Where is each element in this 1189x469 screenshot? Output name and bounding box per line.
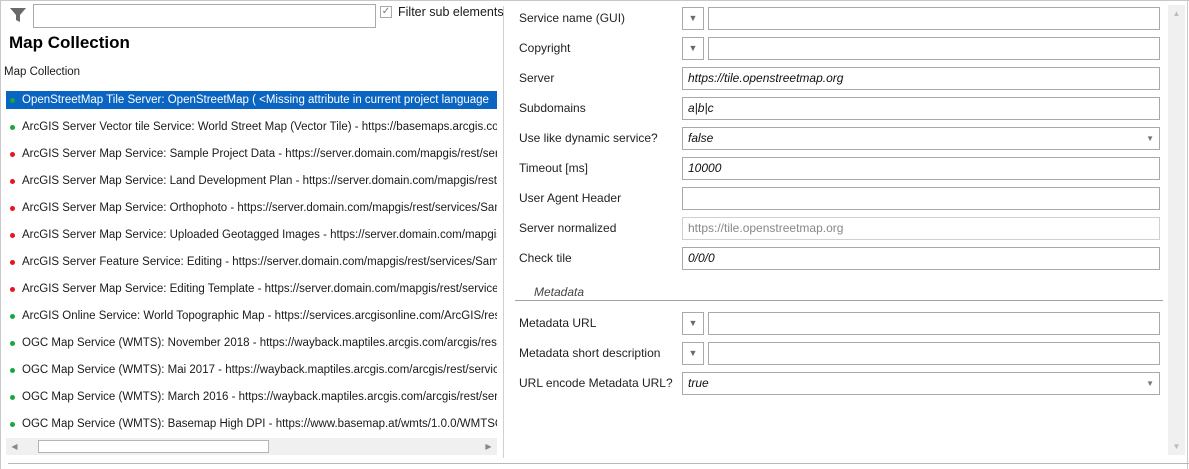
filter-icon[interactable]	[9, 6, 27, 24]
service-name-gui-input[interactable]	[708, 7, 1160, 30]
server-normalized-input: https://tile.openstreetmap.org	[682, 217, 1160, 240]
status-dot-icon	[10, 368, 15, 373]
subdomains-label: Subdomains	[519, 101, 586, 115]
vertical-scrollbar[interactable]: ▲ ▼	[1168, 5, 1185, 455]
copyright-dropdown-button[interactable]: ▼	[682, 37, 704, 60]
url-encode-metadata-url-label: URL encode Metadata URL?	[519, 376, 673, 390]
metadata-url-input[interactable]	[708, 312, 1160, 335]
list-item[interactable]: ArcGIS Server Vector tile Service: World…	[6, 118, 497, 136]
metadata-url-label: Metadata URL	[519, 316, 597, 330]
list-item[interactable]: ArcGIS Online Service: World Topographic…	[6, 307, 497, 325]
status-dot-icon	[10, 395, 15, 400]
panel-splitter[interactable]	[503, 6, 504, 458]
scroll-right-icon[interactable]: ▶	[480, 438, 497, 455]
list-item-label: ArcGIS Server Map Service: Land Developm…	[22, 175, 497, 187]
chevron-down-icon: ▼	[1146, 134, 1154, 143]
scroll-down-icon[interactable]: ▼	[1168, 438, 1185, 455]
list-item-label: ArcGIS Server Feature Service: Editing -…	[22, 256, 497, 268]
status-dot-icon	[10, 233, 15, 238]
check-tile-label: Check tile	[519, 251, 572, 265]
copyright-label: Copyright	[519, 41, 571, 55]
list-item-label: OGC Map Service (WMTS): March 2016 - htt…	[22, 391, 497, 403]
status-dot-icon	[10, 152, 15, 157]
status-dot-icon	[10, 125, 15, 130]
list-item[interactable]: ArcGIS Server Map Service: Land Developm…	[6, 172, 497, 190]
metadata-short-description-dropdown-button[interactable]: ▼	[682, 342, 704, 365]
status-dot-icon	[10, 314, 15, 319]
list-item[interactable]: ArcGIS Server Map Service: Orthophoto - …	[6, 199, 497, 217]
list-item-label: ArcGIS Server Map Service: Orthophoto - …	[22, 202, 497, 214]
list-item-label: ArcGIS Server Map Service: Editing Templ…	[22, 283, 497, 295]
filter-sub-elements-checkbox[interactable]: ✓	[380, 6, 392, 18]
status-dot-icon	[10, 206, 15, 211]
list-item[interactable]: ArcGIS Server Map Service: Sample Projec…	[6, 145, 497, 163]
divider	[8, 463, 1189, 464]
list-item-label: OGC Map Service (WMTS): Mai 2017 - https…	[22, 364, 497, 376]
url-encode-metadata-url-select[interactable]: true ▼	[682, 372, 1160, 395]
filter-sub-elements-label: Filter sub elements	[398, 5, 504, 19]
list-item[interactable]: OGC Map Service (WMTS): November 2018 - …	[6, 334, 497, 352]
filter-input[interactable]	[33, 4, 376, 28]
scrollbar-thumb[interactable]	[38, 440, 269, 453]
status-dot-icon	[10, 179, 15, 184]
divider	[515, 300, 1163, 301]
list-item[interactable]: OpenStreetMap Tile Server: OpenStreetMap…	[6, 91, 497, 109]
metadata-short-description-input[interactable]	[708, 342, 1160, 365]
use-like-dynamic-service-select[interactable]: false ▼	[682, 127, 1160, 150]
service-name-gui-label: Service name (GUI)	[519, 11, 626, 25]
metadata-short-description-label: Metadata short description	[519, 346, 661, 360]
server-label: Server	[519, 71, 555, 85]
tree-root[interactable]: Map Collection	[4, 66, 80, 78]
list-item-label: OGC Map Service (WMTS): Basemap High DPI…	[22, 418, 497, 430]
url-encode-metadata-url-value: true	[688, 376, 709, 390]
list-item-label: ArcGIS Online Service: World Topographic…	[22, 310, 497, 322]
status-dot-icon	[10, 98, 15, 103]
use-like-dynamic-service-label: Use like dynamic service?	[519, 131, 658, 145]
window-border	[1187, 0, 1188, 469]
metadata-url-dropdown-button[interactable]: ▼	[682, 312, 704, 335]
list-item[interactable]: OGC Map Service (WMTS): March 2016 - htt…	[6, 388, 497, 406]
metadata-heading: Metadata	[534, 285, 585, 299]
server-input[interactable]: https://tile.openstreetmap.org	[682, 67, 1160, 90]
list-item[interactable]: ArcGIS Server Map Service: Uploaded Geot…	[6, 226, 497, 244]
list-item[interactable]: ArcGIS Server Map Service: Editing Templ…	[6, 280, 497, 298]
list-item[interactable]: OGC Map Service (WMTS): Basemap High DPI…	[6, 415, 497, 433]
user-agent-header-label: User Agent Header	[519, 191, 622, 205]
service-name-gui-dropdown-button[interactable]: ▼	[682, 7, 704, 30]
check-tile-input[interactable]: 0/0/0	[682, 247, 1160, 270]
list-item[interactable]: OGC Map Service (WMTS): Mai 2017 - https…	[6, 361, 497, 379]
window-border	[0, 0, 1189, 1]
list-item-label: OGC Map Service (WMTS): November 2018 - …	[22, 337, 497, 349]
scroll-up-icon[interactable]: ▲	[1168, 5, 1185, 22]
chevron-down-icon: ▼	[1146, 379, 1154, 388]
status-dot-icon	[10, 260, 15, 265]
list-item[interactable]: ArcGIS Server Feature Service: Editing -…	[6, 253, 497, 271]
user-agent-header-input[interactable]	[682, 187, 1160, 210]
status-dot-icon	[10, 422, 15, 427]
timeout-ms-label: Timeout [ms]	[519, 161, 588, 175]
subdomains-input[interactable]: a|b|c	[682, 97, 1160, 120]
page-title: Map Collection	[9, 33, 130, 52]
server-normalized-label: Server normalized	[519, 221, 617, 235]
copyright-input[interactable]	[708, 37, 1160, 60]
list-item-label: OpenStreetMap Tile Server: OpenStreetMap…	[22, 94, 489, 106]
horizontal-scrollbar[interactable]: ◀ ▶	[6, 438, 497, 455]
list-item-label: ArcGIS Server Vector tile Service: World…	[22, 121, 497, 133]
use-like-dynamic-service-value: false	[688, 131, 714, 145]
list-item-label: ArcGIS Server Map Service: Uploaded Geot…	[22, 229, 497, 241]
status-dot-icon	[10, 287, 15, 292]
timeout-ms-input[interactable]: 10000	[682, 157, 1160, 180]
status-dot-icon	[10, 341, 15, 346]
window-border	[0, 0, 1, 469]
list-item-label: ArcGIS Server Map Service: Sample Projec…	[22, 148, 497, 160]
scroll-left-icon[interactable]: ◀	[6, 438, 23, 455]
